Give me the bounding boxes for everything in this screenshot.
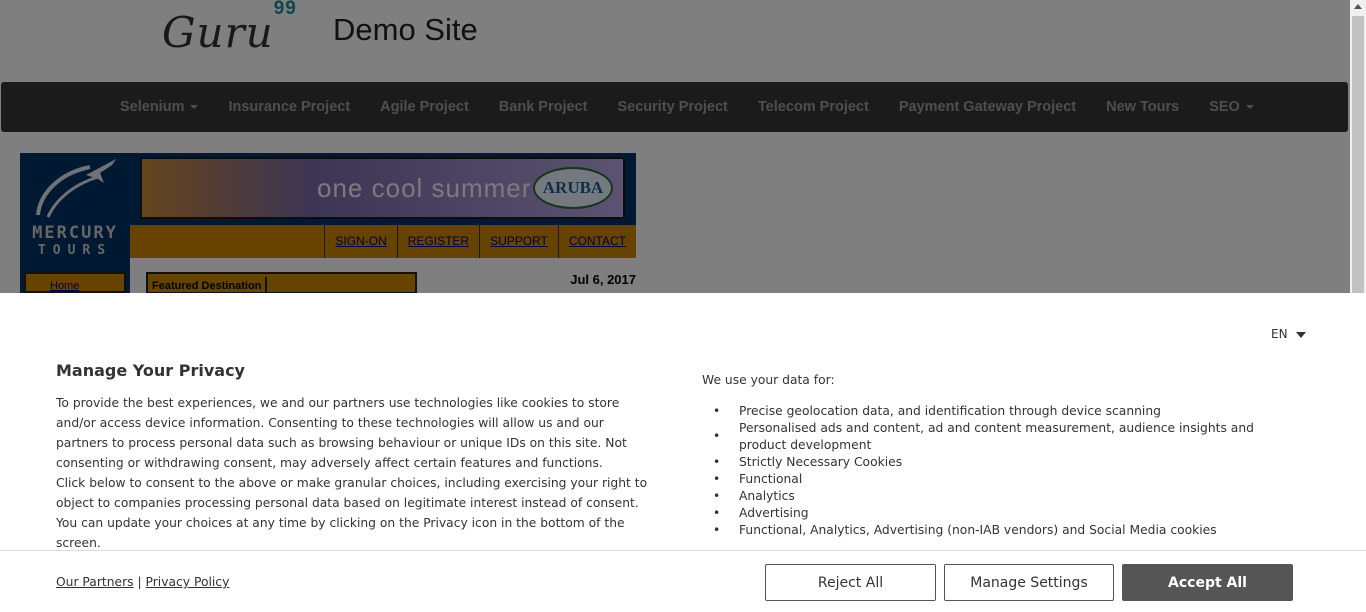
list-item: • Strictly Necessary Cookies [713, 455, 903, 469]
language-code: EN [1271, 327, 1288, 341]
nav-item-selenium[interactable]: Selenium [105, 99, 213, 115]
our-partners-link[interactable]: Our Partners [56, 575, 134, 589]
site-title: Demo Site [333, 12, 478, 47]
list-item-text: Precise geolocation data, and identifica… [739, 404, 1161, 418]
privacy-title: Manage Your Privacy [56, 361, 245, 380]
nav-label: SEO [1209, 99, 1240, 115]
link-register[interactable]: REGISTER [396, 225, 479, 258]
privacy-footer-links: Our Partners | Privacy Policy [56, 575, 229, 589]
link-support[interactable]: SUPPORT [479, 225, 558, 258]
data-uses-list: • Precise geolocation data, and identific… [702, 403, 1272, 539]
brand-line-2: TOURS [37, 243, 113, 258]
mercury-top-links: SIGN-ON REGISTER SUPPORT CONTACT [130, 225, 636, 258]
page-date: Jul 6, 2017 [570, 272, 636, 287]
link-separator: | [137, 575, 142, 589]
privacy-paragraph-1: To provide the best experiences, we and … [56, 396, 627, 470]
privacy-consent-banner: EN Manage Your Privacy To provide the be… [0, 293, 1366, 612]
privacy-description: To provide the best experiences, we and … [56, 393, 656, 553]
list-item-text: Advertising [739, 506, 809, 520]
nav-item-bank-project[interactable]: Bank Project [484, 99, 603, 115]
caret-down-icon [190, 105, 199, 110]
manage-settings-button[interactable]: Manage Settings [944, 564, 1114, 601]
list-item-text: Strictly Necessary Cookies [739, 455, 903, 469]
list-item: • Functional, Analytics, Advertising (non… [713, 523, 1217, 537]
accept-all-button[interactable]: Accept All [1122, 564, 1293, 601]
nav-item-seo[interactable]: SEO [1194, 99, 1269, 115]
reject-all-button[interactable]: Reject All [765, 564, 936, 601]
caret-down-icon [1295, 331, 1306, 338]
brand-line-1: MERCURY [32, 223, 118, 243]
list-item-text: Functional, Analytics, Advertising (non-… [739, 523, 1217, 537]
top-navigation: Selenium Insurance Project Agile Project… [1, 82, 1348, 132]
airplane-icon [36, 159, 116, 218]
link-sign-on[interactable]: SIGN-ON [324, 225, 396, 258]
nav-item-agile-project[interactable]: Agile Project [365, 99, 484, 115]
list-item-text: Personalised ads and content, ad and con… [739, 421, 1254, 452]
mercury-banner: one cool summer ARUBA [130, 153, 636, 225]
aruba-badge: ARUBA [533, 167, 613, 209]
banner-divider [0, 550, 1366, 551]
mercury-tours-frame: MERCURY TOURS one cool summer ARUBA SIGN… [20, 153, 636, 295]
language-selector[interactable]: EN [1271, 327, 1306, 341]
privacy-paragraph-2: Click below to consent to the above or m… [56, 476, 648, 550]
summer-ad-banner[interactable]: one cool summer ARUBA [140, 157, 625, 219]
nav-item-telecom-project[interactable]: Telecom Project [743, 99, 884, 115]
nav-item-new-tours[interactable]: New Tours [1091, 99, 1194, 115]
list-item: • Functional [713, 472, 803, 486]
site-header: Guru99 Demo Site [0, 0, 1350, 82]
nav-item-insurance-project[interactable]: Insurance Project [213, 99, 365, 115]
guru99-logo[interactable]: Guru99 [162, 0, 297, 57]
link-contact[interactable]: CONTACT [557, 225, 636, 258]
scroll-up-arrow-icon[interactable] [1354, 4, 1362, 9]
privacy-policy-link[interactable]: Privacy Policy [146, 575, 230, 589]
list-item: • Personalised ads and content, ad and co… [713, 421, 1254, 452]
logo-text: Guru [162, 8, 274, 57]
list-item: • Precise geolocation data, and identific… [713, 404, 1161, 418]
list-item: • Analytics [713, 489, 795, 503]
side-nav-home: Home [24, 272, 126, 293]
mercury-brand: MERCURY TOURS [25, 225, 125, 259]
caret-down-icon [1245, 105, 1254, 110]
banner-text: one cool summer [317, 173, 532, 203]
nav-item-payment-gateway-project[interactable]: Payment Gateway Project [884, 99, 1091, 115]
logo-superscript: 99 [273, 0, 297, 19]
link-home[interactable]: Home [50, 280, 79, 292]
data-uses-title: We use your data for: [702, 373, 835, 387]
nav-label: Selenium [120, 99, 185, 115]
nav-item-security-project[interactable]: Security Project [602, 99, 742, 115]
list-item-text: Functional [739, 472, 803, 486]
list-item: • Advertising [713, 506, 809, 520]
featured-destination-bar: Featured Destination [146, 272, 417, 295]
list-item-text: Analytics [739, 489, 795, 503]
